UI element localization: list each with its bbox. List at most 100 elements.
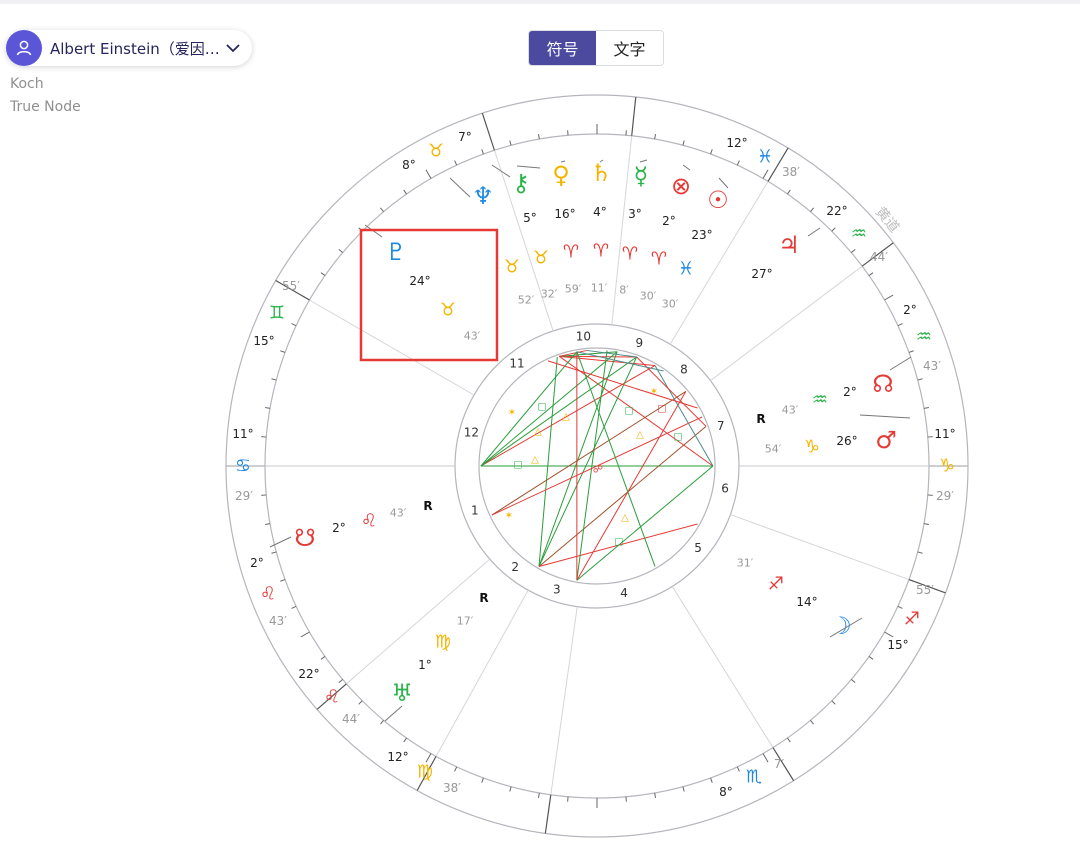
moon-minute: 31′ [737, 557, 754, 570]
zodiac-minute-cancer: 29′ [235, 489, 253, 503]
degree-tick [851, 248, 856, 253]
aspect-marker: ☐ [625, 407, 634, 418]
degree-tick [787, 189, 791, 195]
house-number: 5 [694, 541, 702, 555]
gemini-icon: ♊ [269, 303, 285, 324]
zodiac-minute-scorpio: 7′ [774, 757, 785, 771]
planet-pointer-line [682, 164, 691, 171]
degree-tick [851, 679, 856, 684]
mercury-sign-icon: ♈ [593, 241, 609, 262]
house-number: 1 [471, 503, 479, 517]
degree-tick [358, 700, 363, 705]
zodiac-degree-aquarius: 22° [826, 204, 847, 218]
zodiac-degree-sagittarius: 15° [887, 638, 908, 652]
zodiac-minute-aquarius: 44′ [870, 250, 888, 264]
chiron-sign-icon: ♉ [504, 257, 520, 278]
planet-pointer-line [384, 705, 403, 722]
degree-tick [481, 149, 484, 155]
zodiac-degree-leo-2: 2° [250, 556, 264, 570]
degree-tick [403, 737, 407, 743]
degree-tick [280, 350, 286, 353]
moon-sign-icon: ♐ [768, 574, 784, 595]
taurus-icon: ♉ [428, 141, 444, 162]
house-number: 11 [509, 357, 524, 371]
aspect-marker: ☐ [658, 405, 667, 416]
chiron-icon: ⚷ [512, 169, 530, 197]
degree-tick [654, 792, 657, 798]
aspect-marker: △ [562, 412, 570, 423]
zodiac-degree-scorpio: 8° [719, 785, 733, 799]
planet-pointer-line [449, 177, 471, 198]
zodiac-degree-aquarius-2: 2° [903, 303, 917, 317]
zodiac-minute-gemini: 55′ [282, 279, 300, 293]
venus-minute: 32′ [541, 288, 558, 301]
natal-chart-wheel: 123 456789101112☐△✶☐△✶ △☐△ ☐☐☍✶△☐7°♉8°12°♓3… [225, 94, 969, 838]
degree-tick [338, 248, 343, 253]
saturn-degree: 4° [593, 205, 607, 219]
degree-tick [291, 605, 297, 609]
degree-tick [868, 656, 874, 660]
house-number: 8 [680, 362, 688, 376]
aquarius-2-icon: ♒ [916, 327, 932, 348]
part-of-fortune-minute: 8′ [619, 284, 629, 297]
pluto-icon: ♇ [385, 238, 407, 266]
house-number: 3 [553, 583, 561, 597]
chiron-degree: 5° [523, 211, 537, 225]
zodiac-minute-capricorn: 29′ [936, 489, 954, 503]
degree-tick [682, 786, 685, 792]
cusp-marker [544, 794, 552, 834]
south-node-minute: 43′ [390, 507, 407, 520]
aspect-line [538, 356, 558, 567]
zodiac-degree-gemini: 15° [253, 334, 274, 348]
zodiac-minute-leo: 44′ [342, 712, 360, 726]
house-cusp-line [730, 514, 910, 581]
degree-tick [320, 272, 326, 276]
house-number: 7 [717, 419, 725, 433]
ecliptic-label: 黄道 [872, 203, 903, 235]
degree-tick [810, 207, 815, 212]
pisces-icon: ♓ [757, 147, 773, 168]
aspect-marker: ☍ [593, 465, 603, 476]
north-node-sign-icon: ♒ [812, 390, 828, 411]
south-node-degree: 2° [332, 521, 346, 535]
degree-tick [265, 406, 271, 409]
zodiac-minute-aquarius-2: 43′ [923, 359, 941, 373]
cancer-icon: ♋ [235, 456, 251, 477]
aspect-line [576, 465, 714, 581]
degree-tick [271, 378, 277, 381]
part-of-fortune-icon: ⊗ [671, 172, 691, 200]
aspect-marker: △ [531, 455, 539, 466]
degree-tick [338, 679, 343, 684]
zodiac-degree-taurus: 7° [458, 130, 472, 144]
house-number: 10 [576, 330, 591, 344]
degree-tick [320, 656, 326, 660]
north-node-icon: ☊ [872, 370, 893, 398]
degree-tick [897, 605, 903, 609]
house-number: 9 [636, 336, 644, 350]
zodiac-minute-leo-2: 43′ [269, 614, 287, 628]
degree-tick [917, 551, 923, 554]
zodiac-degree-pisces: 12° [726, 136, 747, 150]
degree-tick [379, 207, 384, 212]
uranus-icon: ♅ [391, 679, 413, 707]
house-number: 6 [721, 482, 729, 496]
mars-degree: 26° [836, 434, 857, 448]
aspect-marker: ✶ [508, 408, 516, 419]
degree-tick [481, 777, 484, 783]
degree-tick [403, 189, 407, 195]
aspect-marker: ☐ [514, 461, 523, 472]
retrograde-marker: R [479, 591, 488, 605]
retrograde-marker: R [423, 499, 432, 513]
zodiac-degree-taurus-deg: 8° [402, 158, 416, 172]
virgo-icon: ♍ [417, 762, 433, 783]
degree-tick [923, 523, 929, 526]
sun-icon: ☉ [707, 186, 729, 214]
planet-pointer-line [807, 227, 821, 237]
aspect-line [547, 360, 698, 409]
cusp-marker [481, 112, 495, 151]
mercury-icon: ☿ [634, 162, 649, 190]
degree-tick [908, 350, 914, 353]
degree-tick [537, 792, 540, 798]
aspect-line [538, 356, 638, 567]
degree-tick [917, 378, 923, 381]
